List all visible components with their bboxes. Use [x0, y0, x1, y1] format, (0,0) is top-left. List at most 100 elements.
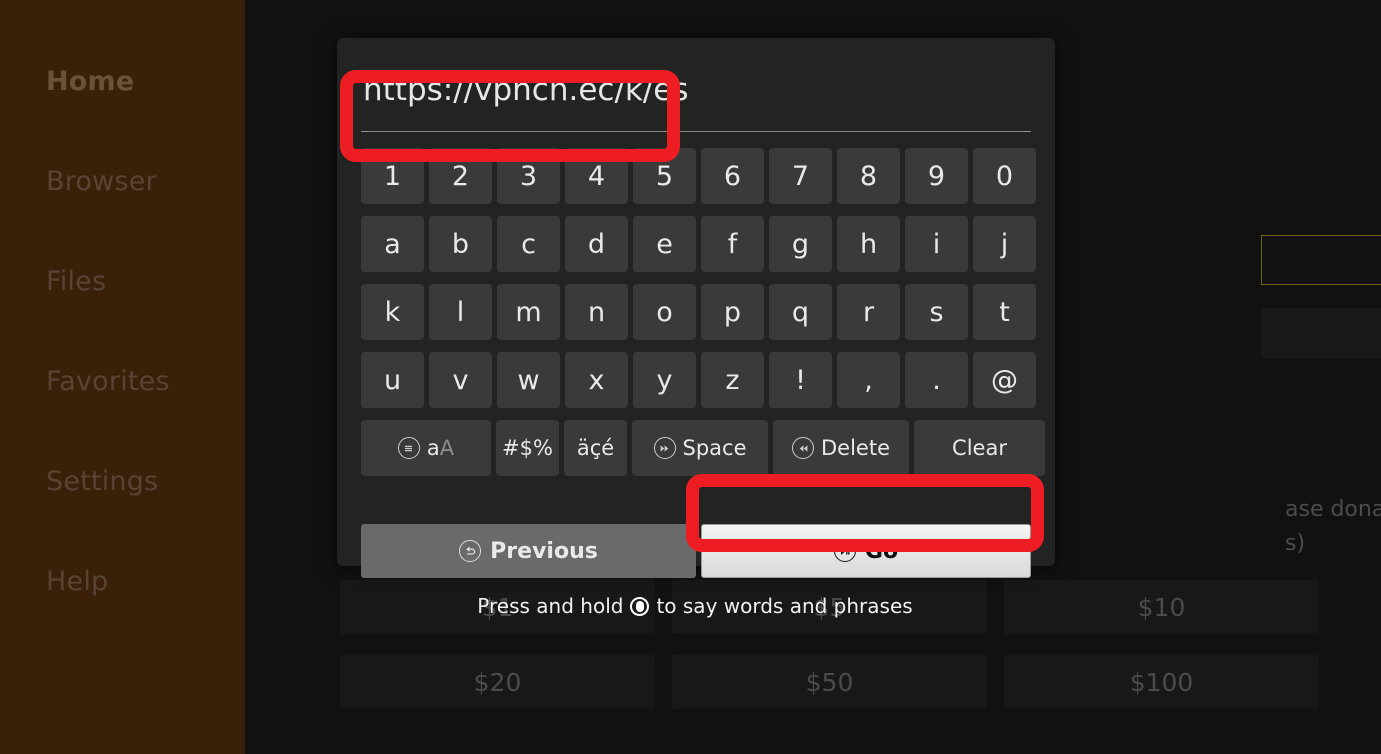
- key-5[interactable]: 5: [633, 148, 696, 204]
- key-label: Space: [682, 436, 747, 460]
- sidebar-item-settings[interactable]: Settings: [46, 466, 158, 497]
- key-space[interactable]: Space: [632, 420, 768, 476]
- on-screen-keyboard-dialog: https://vpnch.ec/k/es 1 2 3 4 5 6 7 8 9 0 a b c d e f g h…: [337, 38, 1055, 578]
- donation-prompt: ase donation buttons: s): [1285, 493, 1381, 561]
- key-k[interactable]: k: [361, 284, 424, 340]
- key-4[interactable]: 4: [565, 148, 628, 204]
- key-label: #$%: [502, 436, 553, 460]
- key-q[interactable]: q: [769, 284, 832, 340]
- form-field[interactable]: [1261, 308, 1381, 358]
- key-x[interactable]: x: [565, 352, 628, 408]
- go-button-label: Go: [864, 538, 899, 564]
- donation-button[interactable]: $10: [1004, 580, 1319, 634]
- donation-button-label: $50: [805, 667, 854, 697]
- menu-circle-icon: [397, 437, 420, 459]
- key-u[interactable]: u: [361, 352, 424, 408]
- key-y[interactable]: y: [633, 352, 696, 408]
- previous-button[interactable]: Previous: [361, 524, 696, 578]
- key-clear[interactable]: Clear: [914, 420, 1045, 476]
- key-label: !: [795, 364, 806, 396]
- key-9[interactable]: 9: [905, 148, 968, 204]
- donation-button[interactable]: $1: [340, 580, 655, 634]
- key-e[interactable]: e: [633, 216, 696, 272]
- key-![interactable]: !: [769, 352, 832, 408]
- key-label: f: [727, 228, 738, 260]
- key-7[interactable]: 7: [769, 148, 832, 204]
- key-l[interactable]: l: [429, 284, 492, 340]
- key-label: z: [725, 364, 740, 396]
- key-@[interactable]: @: [973, 352, 1036, 408]
- key-label: q: [791, 296, 810, 328]
- keyboard-row: 1 2 3 4 5 6 7 8 9 0: [361, 148, 1036, 204]
- rewind-circle-icon: [792, 437, 814, 459]
- sidebar-item-home[interactable]: Home: [46, 66, 134, 97]
- key-label: l: [456, 296, 465, 328]
- keyboard-row: k l m n o p q r s t: [361, 284, 1036, 340]
- key-o[interactable]: o: [633, 284, 696, 340]
- key-h[interactable]: h: [837, 216, 900, 272]
- key-label: g: [791, 228, 810, 260]
- key-delete[interactable]: Delete: [773, 420, 909, 476]
- key-j[interactable]: j: [973, 216, 1036, 272]
- key-label: d: [587, 228, 606, 260]
- keyboard-row: u v w x y z!,. @: [361, 352, 1036, 408]
- key-label: u: [383, 364, 402, 396]
- go-button[interactable]: Go: [701, 524, 1031, 578]
- app-root: ase donation buttons: s) $1 $5 $10 $20 $50 $1…: [0, 0, 1381, 754]
- key-label: b: [451, 228, 470, 260]
- key-8[interactable]: 8: [837, 148, 900, 204]
- key-f[interactable]: f: [701, 216, 764, 272]
- key-label: j: [1000, 228, 1009, 260]
- sidebar-item-label: Home: [46, 66, 135, 97]
- key-g[interactable]: g: [769, 216, 832, 272]
- sidebar-item-files[interactable]: Files: [46, 266, 106, 297]
- previous-button-label: Previous: [490, 538, 598, 564]
- key-z[interactable]: z: [701, 352, 764, 408]
- focused-form-field[interactable]: [1261, 235, 1381, 285]
- key-1[interactable]: 1: [361, 148, 424, 204]
- key-label: c: [521, 228, 536, 260]
- key-d[interactable]: d: [565, 216, 628, 272]
- key-label: y: [656, 364, 673, 396]
- sidebar-item-help[interactable]: Help: [46, 566, 108, 597]
- key-s[interactable]: s: [905, 284, 968, 340]
- key-.[interactable]: .: [905, 352, 968, 408]
- donation-button-label: $5: [813, 592, 846, 622]
- key-label: v: [452, 364, 469, 396]
- url-input[interactable]: https://vpnch.ec/k/es: [361, 64, 1031, 136]
- key-c[interactable]: c: [497, 216, 560, 272]
- key-symbols[interactable]: #$%: [496, 420, 559, 476]
- key-t[interactable]: t: [973, 284, 1036, 340]
- key-label: Delete: [821, 436, 890, 460]
- key-a[interactable]: a: [361, 216, 424, 272]
- key-w[interactable]: w: [497, 352, 560, 408]
- key-p[interactable]: p: [701, 284, 764, 340]
- donation-button[interactable]: $100: [1004, 655, 1319, 709]
- key-0[interactable]: 0: [973, 148, 1036, 204]
- key-accents[interactable]: äçé: [564, 420, 627, 476]
- key-label: 2: [451, 160, 470, 192]
- key-,[interactable]: ,: [837, 352, 900, 408]
- key-b[interactable]: b: [429, 216, 492, 272]
- donation-button-label: $20: [473, 667, 522, 697]
- key-v[interactable]: v: [429, 352, 492, 408]
- donation-button[interactable]: $50: [672, 655, 987, 709]
- key-label: 3: [519, 160, 538, 192]
- key-2[interactable]: 2: [429, 148, 492, 204]
- key-label: aA: [426, 436, 455, 460]
- donation-prompt-line1: ase donation buttons:: [1285, 497, 1381, 522]
- key-3[interactable]: 3: [497, 148, 560, 204]
- key-label: @: [991, 364, 1018, 396]
- donation-button[interactable]: $5: [672, 580, 987, 634]
- key-label: h: [859, 228, 878, 260]
- key-n[interactable]: n: [565, 284, 628, 340]
- key-m[interactable]: m: [497, 284, 560, 340]
- key-label: i: [932, 228, 941, 260]
- key-6[interactable]: 6: [701, 148, 764, 204]
- key-case-toggle[interactable]: aA: [361, 420, 491, 476]
- sidebar-item-favorites[interactable]: Favorites: [46, 366, 170, 397]
- key-i[interactable]: i: [905, 216, 968, 272]
- sidebar-item-browser[interactable]: Browser: [46, 166, 157, 197]
- donation-button[interactable]: $20: [340, 655, 655, 709]
- key-r[interactable]: r: [837, 284, 900, 340]
